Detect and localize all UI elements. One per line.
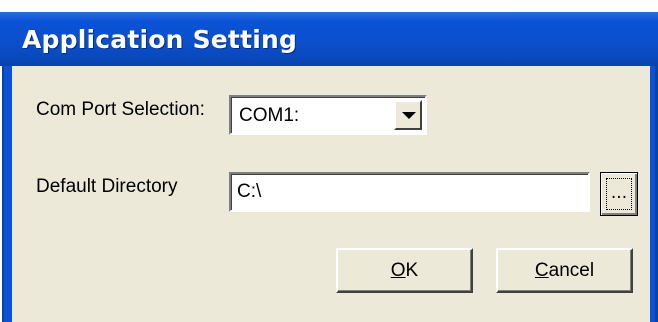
cancel-label-rest: ancel: [548, 259, 595, 281]
ok-label-rest: K: [405, 259, 419, 281]
com-port-selected-value: COM1:: [239, 105, 300, 126]
com-port-select[interactable]: COM1:: [229, 95, 427, 135]
window-frame-left: [0, 66, 12, 322]
application-setting-dialog: Application Setting Com Port Selection: …: [0, 0, 658, 322]
default-directory-label: Default Directory: [36, 176, 178, 197]
cancel-mnemonic: C: [534, 259, 549, 281]
ok-mnemonic: O: [390, 259, 406, 281]
com-port-label: Com Port Selection:: [36, 99, 205, 120]
default-directory-input[interactable]: [229, 172, 590, 212]
dialog-title: Application Setting: [22, 25, 298, 54]
window-frame-right: [650, 66, 658, 322]
ellipsis-icon: ...: [606, 178, 632, 210]
ok-button[interactable]: OK: [336, 248, 473, 293]
chevron-down-icon: [402, 112, 416, 119]
title-bar[interactable]: Application Setting: [0, 12, 658, 66]
com-port-dropdown-button[interactable]: [394, 100, 422, 130]
browse-button[interactable]: ...: [600, 172, 638, 216]
cancel-button[interactable]: Cancel: [496, 248, 633, 293]
